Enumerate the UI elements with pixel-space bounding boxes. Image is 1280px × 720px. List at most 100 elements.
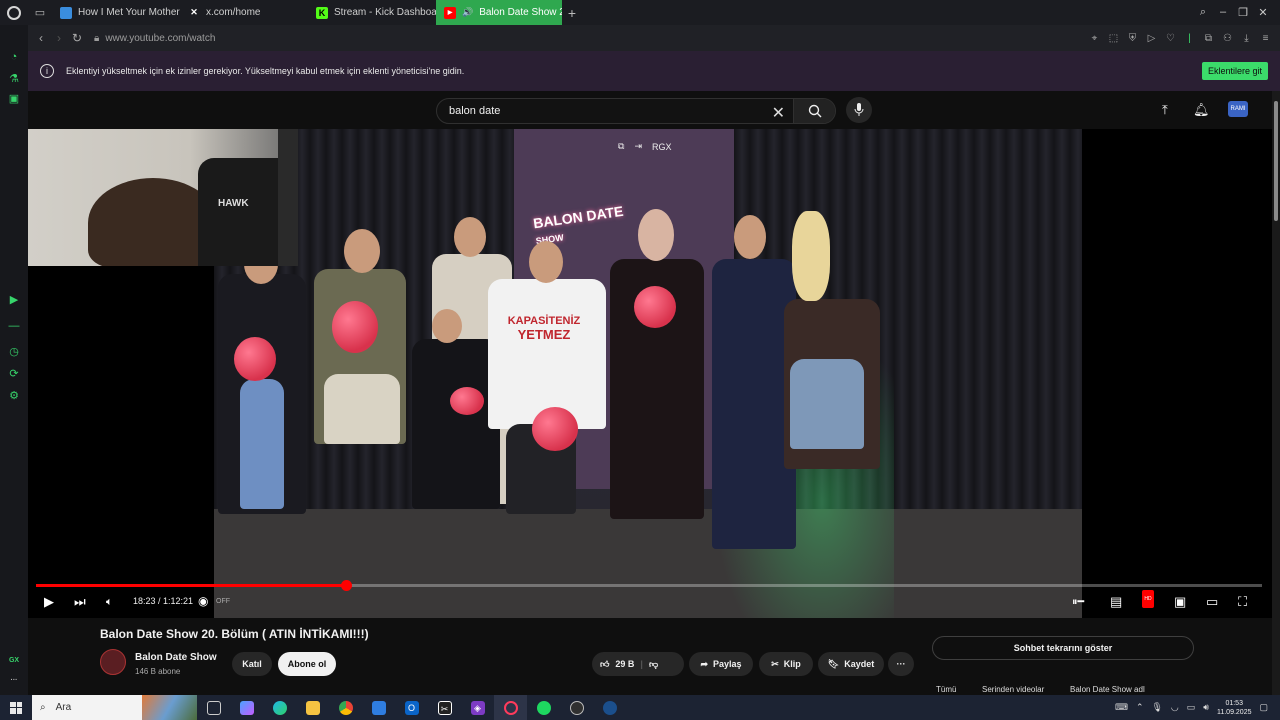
like-icon[interactable]: 👍︎ [600,659,609,670]
next-video-icon[interactable]: ⏭ [74,594,86,610]
upload-icon[interactable]: ⤒ [1162,102,1168,118]
autoplay-state: OFF [216,598,230,605]
autoplay-toggle[interactable]: ⏸︎━ [1072,594,1084,610]
extensions-icon[interactable]: ⟳ [7,367,21,381]
like-count[interactable]: 29 B [615,659,634,669]
host-head [734,215,766,259]
exit-icon[interactable]: ⇥ [634,141,642,152]
sidebar-divider: — [8,320,20,332]
volume-tray-icon[interactable]: 🔊︎ [1203,702,1209,713]
forward-icon[interactable]: › [50,31,68,45]
fullscreen-icon[interactable]: ⛶ [1238,594,1247,610]
subtitles-icon[interactable]: ▤ [1110,594,1122,610]
restore-icon[interactable]: ❐ [1236,6,1250,19]
clock[interactable]: 01:53 11.09.2025 [1217,699,1252,717]
clip-button[interactable]: ✂ Klip [759,652,813,676]
play-icon[interactable]: ▷ [1145,33,1158,44]
heart-icon[interactable]: ♡ [1164,33,1177,44]
scrollbar-thumb[interactable] [1274,101,1278,221]
twitch-icon[interactable]: ▣ [7,92,21,106]
keyboard-icon[interactable]: ⌨ [1115,702,1128,713]
capcut-icon[interactable]: ✂ [428,695,461,720]
visual-studio-icon[interactable]: ◈ [461,695,494,720]
video-player[interactable]: BALON DATE SHOW KAPASİTENİZ YETMEZ HAWK … [28,129,1272,618]
pin-icon[interactable]: ⌖ [1088,33,1101,44]
search-icon: ⌕ [40,702,46,713]
speaker-icon[interactable]: 🔊 [462,7,473,18]
search-tabs-icon[interactable]: ⌕ [1196,6,1210,19]
window-controls: ⌕ – ❐ ✕ [1196,6,1280,19]
download-icon[interactable]: ⤓ [1240,33,1253,44]
file-explorer-icon[interactable] [296,695,329,720]
outlook-icon[interactable]: O [395,695,428,720]
search-input[interactable]: balon date [449,105,500,117]
taskbar-search[interactable]: ⌕ Ara [32,695,197,720]
notifications-icon[interactable]: ▢ [1259,702,1268,713]
clear-search-icon[interactable]: ✕ [772,103,785,123]
network-icon[interactable]: ▭ [1187,702,1196,713]
channel-name[interactable]: Balon Date Show [135,652,217,663]
wifi-icon[interactable]: ◡ [1171,702,1179,713]
opera-gx-logo-icon[interactable] [0,0,28,25]
tab-x-home[interactable]: ✕ x.com/home [180,0,308,25]
url-field[interactable]: 🔒︎ www.youtube.com/watch [94,33,215,44]
go-to-extensions-button[interactable]: Eklentilere git [1201,62,1268,80]
player-icon[interactable]: ▶ [7,293,21,307]
extensions-puzzle-icon[interactable]: ⧉ [1202,33,1215,44]
progress-bar[interactable] [36,580,1262,591]
share-button[interactable]: ➦ Paylaş [689,652,753,676]
rgx-label[interactable]: RGX [652,142,672,152]
notifications-bell-icon[interactable]: 🔔︎ [1193,102,1210,118]
opera-gx-taskbar-icon[interactable] [494,695,527,720]
voice-search-button[interactable] [846,97,872,123]
miniplayer-icon[interactable]: ▣ [1174,594,1186,610]
copilot-icon[interactable] [230,695,263,720]
gx-control-icon[interactable]: ◔ [7,50,21,64]
search-button[interactable] [793,99,835,123]
snapshot-icon[interactable]: ⬚ [1107,33,1120,44]
subscribe-button[interactable]: Abone ol [278,652,336,676]
tray-expand-icon[interactable]: ⌃ [1136,702,1144,713]
search-box[interactable]: balon date ✕ [436,98,836,124]
save-button[interactable]: 🔖︎ Kaydet [818,652,884,676]
menu-icon[interactable]: ≡ [1259,33,1272,44]
spotify-icon[interactable] [527,695,560,720]
history-icon[interactable]: ◷ [7,345,21,359]
chrome-icon[interactable] [329,695,362,720]
show-chat-replay-button[interactable]: Sohbet tekrarını göster [932,636,1194,660]
page-scrollbar[interactable] [1272,91,1280,695]
gx-corner-icon[interactable]: ⚗ [7,72,21,86]
more-actions-button[interactable]: ··· [888,652,914,676]
tab-island-icon[interactable]: ▭ [28,0,52,25]
edge-icon[interactable] [263,695,296,720]
dislike-icon[interactable]: 👎︎ [649,659,658,670]
settings-gear-icon[interactable]: ⚙HD [1142,590,1154,610]
reload-icon[interactable]: ↻ [68,31,86,45]
new-tab-button[interactable]: + [562,5,582,21]
task-view-icon[interactable] [197,695,230,720]
user-avatar[interactable]: RAMI [1228,101,1248,117]
volume-icon[interactable]: 🔈︎ [106,594,113,610]
settings-icon[interactable]: ⚙ [7,389,21,403]
start-button[interactable] [0,701,32,714]
obs-icon[interactable] [560,695,593,720]
play-icon[interactable]: ▶ [44,594,54,610]
tab-youtube-active[interactable]: ▶ 🔊 Balon Date Show 20. [436,0,562,25]
shield-icon[interactable]: ⛨ [1126,33,1139,44]
steam-icon[interactable] [593,695,626,720]
close-icon[interactable]: ✕ [1256,6,1270,19]
minimize-icon[interactable]: – [1216,6,1230,19]
pip-popout-icon[interactable]: ⧉ [618,141,624,152]
screen: ▭ How I Met Your Mother 8. ✕ x.com/home … [0,0,1280,720]
sidebar-more-button[interactable]: ··· [0,677,28,684]
tab-himym[interactable]: How I Met Your Mother 8. [52,0,180,25]
join-button[interactable]: Katıl [232,652,272,676]
store-icon[interactable] [362,695,395,720]
back-icon[interactable]: ‹ [32,31,50,45]
account-icon[interactable]: ⚇ [1221,33,1234,44]
autoplay-icon[interactable]: ◉ [198,593,208,609]
channel-avatar[interactable] [100,649,126,675]
tab-kick-dashboard[interactable]: K Stream - Kick Dashboard [308,0,436,25]
microphone-tray-icon[interactable]: 🎙︎ [1151,702,1162,713]
theater-mode-icon[interactable]: ▭ [1206,594,1218,610]
